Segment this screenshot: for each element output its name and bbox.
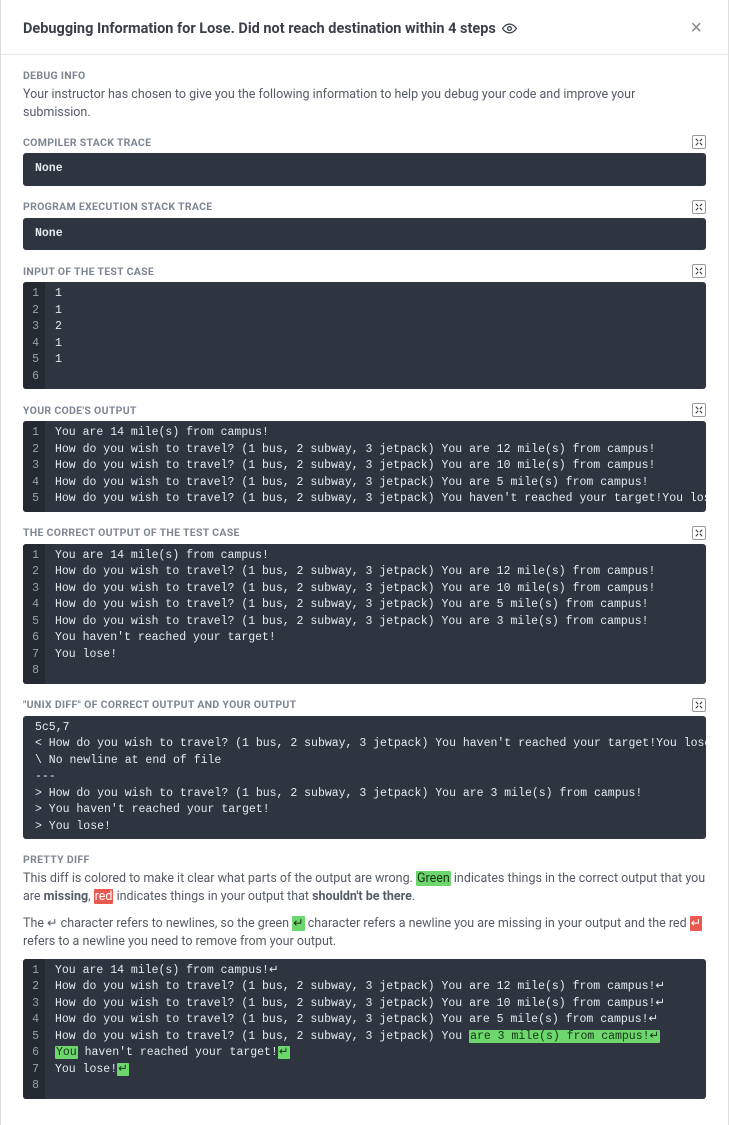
red-highlight: red (94, 889, 114, 904)
eye-icon (502, 21, 517, 36)
expand-button[interactable] (692, 135, 706, 149)
program-codebox: None (23, 218, 706, 251)
input-label: INPUT OF THE TEST CASE (23, 264, 706, 278)
correct-output-label: THE CORRECT OUTPUT OF THE TEST CASE (23, 526, 706, 540)
unix-diff-codebox: 5c5,7< How do you wish to travel? (1 bus… (23, 716, 706, 840)
code-lines: You are 14 mile(s) from campus!How do yo… (45, 544, 706, 684)
modal-title-text: Debugging Information for Lose. Did not … (23, 20, 496, 37)
compiler-label: COMPILER STACK TRACE (23, 135, 706, 149)
close-button[interactable]: × (686, 16, 706, 40)
debug-info-label: DEBUG INFO (23, 69, 706, 82)
pretty-diff-desc2: The ↵ character refers to newlines, so t… (23, 915, 706, 951)
debug-modal: Debugging Information for Lose. Did not … (0, 0, 729, 1125)
code-lines: 11211 (45, 282, 706, 389)
expand-button[interactable] (692, 403, 706, 417)
pretty-diff-label: PRETTY DIFF (23, 853, 706, 866)
modal-title: Debugging Information for Lose. Did not … (23, 20, 517, 37)
code-lines: 5c5,7< How do you wish to travel? (1 bus… (23, 716, 706, 840)
your-output-label: YOUR CODE'S OUTPUT (23, 403, 706, 417)
pretty-diff-label-text: PRETTY DIFF (23, 853, 90, 866)
code-lines: You are 14 mile(s) from campus!How do yo… (45, 421, 706, 512)
line-gutter: 12345678 (23, 544, 45, 684)
correct-output-label-text: THE CORRECT OUTPUT OF THE TEST CASE (23, 526, 240, 539)
input-codebox: 123456 11211 (23, 282, 706, 389)
program-label: PROGRAM EXECUTION STACK TRACE (23, 200, 706, 214)
compiler-label-text: COMPILER STACK TRACE (23, 136, 151, 149)
pretty-diff-codebox: 12345678 You are 14 mile(s) from campus!… (23, 959, 706, 1099)
unix-diff-label: "UNIX DIFF" OF CORRECT OUTPUT AND YOUR O… (23, 698, 706, 712)
line-gutter: 12345678 (23, 959, 45, 1099)
your-output-codebox: 12345 You are 14 mile(s) from campus!How… (23, 421, 706, 512)
unix-diff-label-text: "UNIX DIFF" OF CORRECT OUTPUT AND YOUR O… (23, 698, 296, 711)
pretty-diff-desc1: This diff is colored to make it clear wh… (23, 870, 706, 906)
modal-body: DEBUG INFO Your instructor has chosen to… (1, 55, 728, 1125)
debug-info-desc: Your instructor has chosen to give you t… (23, 86, 706, 121)
line-gutter: 12345 (23, 421, 45, 512)
red-newline-icon: ↵ (690, 916, 702, 931)
expand-button[interactable] (692, 264, 706, 278)
expand-button[interactable] (692, 698, 706, 712)
compiler-codebox: None (23, 153, 706, 186)
program-label-text: PROGRAM EXECUTION STACK TRACE (23, 200, 213, 213)
expand-button[interactable] (692, 200, 706, 214)
modal-header: Debugging Information for Lose. Did not … (1, 0, 728, 55)
correct-output-codebox: 12345678 You are 14 mile(s) from campus!… (23, 544, 706, 684)
your-output-label-text: YOUR CODE'S OUTPUT (23, 404, 137, 417)
input-label-text: INPUT OF THE TEST CASE (23, 265, 154, 278)
expand-button[interactable] (692, 526, 706, 540)
green-newline-icon: ↵ (292, 916, 304, 931)
green-highlight: Green (416, 871, 451, 886)
line-gutter: 123456 (23, 282, 45, 389)
code-lines: You are 14 mile(s) from campus!↵How do y… (45, 959, 706, 1099)
debug-info-label-text: DEBUG INFO (23, 69, 86, 82)
